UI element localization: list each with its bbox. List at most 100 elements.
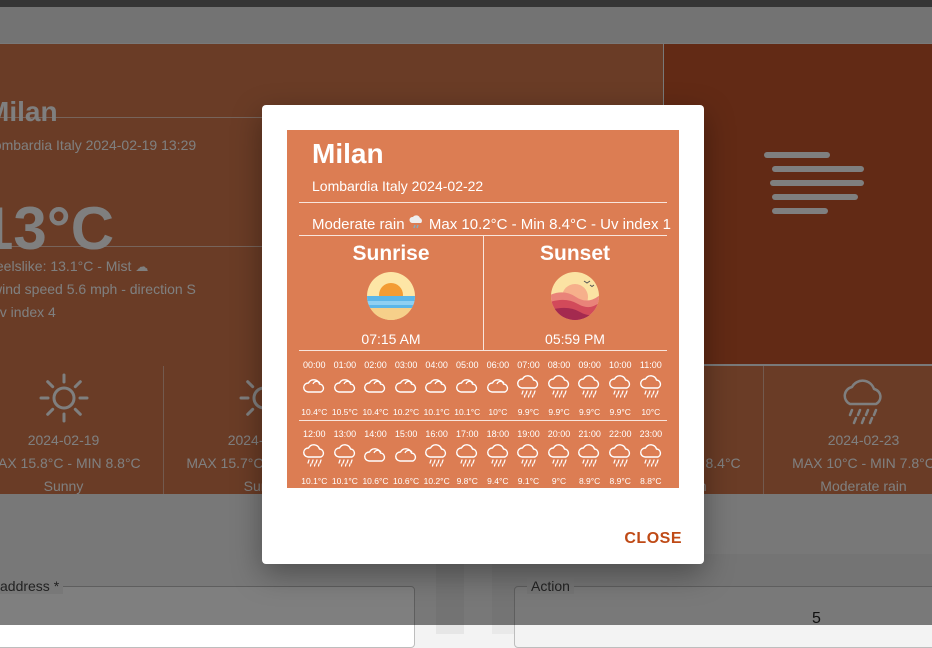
hour-label: 01:00 <box>333 360 357 370</box>
dialog-region-date: Lombardia Italy 2024-02-22 <box>312 178 484 194</box>
hour-cell: 13:00 10.1°C <box>330 429 361 489</box>
hour-cell: 21:00 8.9°C <box>574 429 605 489</box>
hour-label: 18:00 <box>486 429 510 439</box>
sunrise-time: 07:15 AM <box>361 331 421 347</box>
hour-temperature: 10.6°C <box>362 476 389 486</box>
hour-label: 20:00 <box>547 429 571 439</box>
hour-cell: 12:00 10.1°C <box>299 429 330 489</box>
rain-icon <box>424 443 450 467</box>
rain-icon <box>302 443 328 467</box>
divider <box>299 420 667 421</box>
cloud-icon <box>424 374 450 398</box>
hour-temperature: 9.8°C <box>456 476 478 486</box>
hour-temperature: 10.4°C <box>362 407 389 417</box>
hour-cell: 18:00 9.4°C <box>483 429 514 489</box>
divider <box>299 202 667 203</box>
hour-label: 02:00 <box>364 360 387 370</box>
hour-label: 23:00 <box>639 429 663 439</box>
hour-label: 04:00 <box>425 360 448 370</box>
hour-temperature: 10.5°C <box>331 407 358 417</box>
hour-cell: 17:00 9.8°C <box>452 429 483 489</box>
hour-label: 09:00 <box>578 360 601 370</box>
forecast-dialog: Milan Lombardia Italy 2024-02-22 Moderat… <box>262 105 704 564</box>
hour-temperature: 10.6°C <box>393 476 420 486</box>
hour-label: 07:00 <box>517 360 540 370</box>
hour-temperature: 10.1°C <box>331 476 358 486</box>
cloud-icon <box>302 374 328 398</box>
hour-cell: 06:00 10°C <box>483 360 514 420</box>
hour-label: 06:00 <box>486 360 510 370</box>
hour-cell: 07:00 9.9°C <box>513 360 544 420</box>
sunrise-icon <box>367 272 415 320</box>
hour-temperature: 10.1°C <box>301 476 328 486</box>
hour-temperature: 9.4°C <box>487 476 509 486</box>
hour-label: 15:00 <box>394 429 418 439</box>
hour-cell: 16:00 10.2°C <box>421 429 452 489</box>
rain-icon <box>547 443 573 467</box>
day-summary: Moderate rain Max 10.2°C - Min 8.4°C - U… <box>312 215 671 233</box>
rain-icon <box>608 374 634 398</box>
hour-temperature: 9.9°C <box>548 407 570 417</box>
hour-cell: 11:00 10°C <box>636 360 667 420</box>
hour-label: 12:00 <box>303 429 326 439</box>
cloud-icon <box>363 374 389 398</box>
sunset-time: 05:59 PM <box>545 331 605 347</box>
hour-cell: 04:00 10.1°C <box>421 360 452 420</box>
hour-cell: 03:00 10.2°C <box>391 360 422 420</box>
hour-label: 16:00 <box>425 429 448 439</box>
hour-temperature: 10.4°C <box>301 407 328 417</box>
hour-temperature: 10.2°C <box>393 407 420 417</box>
dialog-city: Milan <box>312 138 384 169</box>
hour-label: 10:00 <box>608 360 632 370</box>
hour-cell: 02:00 10.4°C <box>360 360 391 420</box>
cloud-icon <box>363 443 389 467</box>
rain-icon <box>608 443 634 467</box>
hour-cell: 10:00 9.9°C <box>605 360 636 420</box>
hour-cell: 20:00 9°C <box>544 429 575 489</box>
hour-temperature: 9.9°C <box>578 407 601 417</box>
hour-temperature: 9.1°C <box>517 476 540 486</box>
hour-label: 21:00 <box>578 429 601 439</box>
hour-temperature: 10°C <box>488 407 508 417</box>
hourly-row-morning: 00:00 10.4°C 01:00 10.5°C 02:00 10.4°C 03:00 10… <box>299 360 667 420</box>
close-button[interactable]: CLOSE <box>624 530 682 548</box>
hour-temperature: 10.1°C <box>454 407 481 417</box>
hour-temperature: 8.9°C <box>609 476 631 486</box>
rain-icon <box>486 443 512 467</box>
hour-temperature: 9.9°C <box>517 407 540 417</box>
hour-cell: 19:00 9.1°C <box>513 429 544 489</box>
hour-label: 19:00 <box>517 429 540 439</box>
hour-temperature: 10.1°C <box>423 407 450 417</box>
rain-icon <box>547 374 573 398</box>
rain-icon <box>577 374 603 398</box>
sunset-icon <box>551 272 599 320</box>
cloud-icon <box>455 374 481 398</box>
hour-cell: 00:00 10.4°C <box>299 360 330 420</box>
cloud-icon <box>394 374 420 398</box>
hour-temperature: 9°C <box>551 476 567 486</box>
cloud-icon <box>333 374 359 398</box>
hour-cell: 23:00 8.8°C <box>636 429 667 489</box>
hour-label: 13:00 <box>333 429 357 439</box>
rain-cloud-icon <box>409 215 422 229</box>
hour-temperature: 9.9°C <box>609 407 631 417</box>
hour-label: 11:00 <box>639 360 662 370</box>
hour-cell: 14:00 10.6°C <box>360 429 391 489</box>
hour-cell: 22:00 8.9°C <box>605 429 636 489</box>
hour-label: 14:00 <box>364 429 387 439</box>
rain-icon <box>639 443 665 467</box>
divider <box>299 350 667 351</box>
rain-icon <box>577 443 603 467</box>
hour-cell: 01:00 10.5°C <box>330 360 361 420</box>
hour-label: 05:00 <box>456 360 479 370</box>
hour-cell: 08:00 9.9°C <box>544 360 575 420</box>
hour-temperature: 8.9°C <box>578 476 601 486</box>
rain-icon <box>516 374 542 398</box>
hour-cell: 15:00 10.6°C <box>391 429 422 489</box>
sunset-label: Sunset <box>539 242 610 265</box>
hour-label: 17:00 <box>456 429 479 439</box>
hour-label: 22:00 <box>608 429 632 439</box>
hour-cell: 09:00 9.9°C <box>574 360 605 420</box>
sunrise-label: Sunrise <box>352 242 430 265</box>
cloud-icon <box>394 443 420 467</box>
